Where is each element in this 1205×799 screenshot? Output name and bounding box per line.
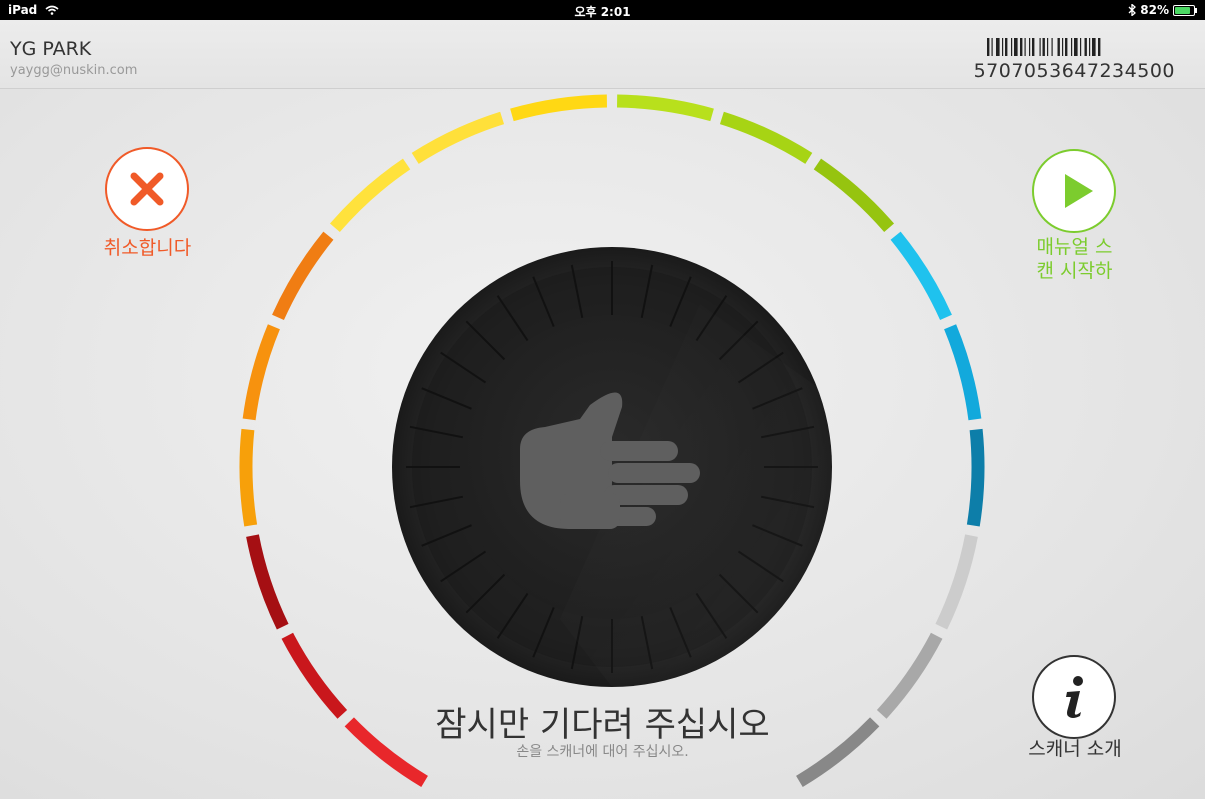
wait-title: 잠시만 기다려 주십시오 [435, 705, 770, 745]
barcode-bar [1065, 38, 1068, 56]
barcode-bar [1098, 38, 1101, 56]
status-right: 82% [1128, 3, 1197, 17]
scan-screen: 취소합니다 매뉴얼 스 캔 시작하 스캐너 소개 잠시만 기다려 주십시오 손을… [0, 89, 1205, 799]
gauge-segment [411, 111, 505, 164]
barcode-bar [1080, 38, 1082, 56]
barcode-bar [1074, 38, 1078, 56]
barcode-bar [1047, 38, 1049, 56]
wifi-icon [45, 5, 59, 15]
barcode-bar [1089, 38, 1091, 56]
barcode-bar [1084, 38, 1087, 56]
cancel-label: 취소합니다 [103, 237, 192, 259]
barcode-bar [1020, 38, 1023, 56]
gauge-segment [242, 324, 280, 421]
gauge-segment [890, 231, 952, 321]
device-label: iPad [8, 3, 38, 17]
user-name: YG PARK [10, 38, 92, 60]
barcode-bar [1062, 38, 1064, 56]
barcode-bar [987, 38, 990, 56]
barcode-bar [1051, 38, 1053, 56]
gauge-segment [944, 324, 982, 421]
gauge-segment [329, 158, 411, 233]
barcode-number: 5707053647234500 [973, 60, 1175, 82]
battery-icon [1173, 4, 1197, 16]
gauge-segment [966, 428, 985, 527]
barcode-icon [987, 38, 1101, 56]
gauge-segment [246, 534, 289, 630]
status-time: 오후 2:01 [574, 5, 631, 19]
manual-scan-button[interactable] [1032, 149, 1116, 233]
play-icon [1065, 174, 1093, 208]
close-x-icon [130, 172, 164, 206]
barcode-bar [1029, 38, 1031, 56]
barcode-bar [1024, 38, 1026, 56]
cancel-button[interactable] [105, 147, 189, 231]
barcode-bar [996, 38, 1000, 56]
gauge-segment [239, 428, 258, 527]
gauge-segment [616, 94, 714, 122]
barcode-bar [1002, 38, 1004, 56]
header: YG PARK yaygg@nuskin.com 570705364723450… [0, 20, 1205, 89]
status-device: iPad [8, 3, 59, 17]
gauge-segment [935, 534, 978, 630]
barcode-bar [1014, 38, 1018, 56]
barcode-bar [1057, 38, 1060, 56]
gauge-segment [719, 111, 813, 164]
wait-subtitle: 손을 스캐너에 대어 주십시오. [516, 744, 689, 760]
barcode-bar [1039, 38, 1041, 56]
barcode-bar [1005, 38, 1008, 56]
barcode-bar [1092, 38, 1096, 56]
battery-fill [1175, 6, 1190, 14]
gauge-segment [272, 231, 334, 321]
battery-percent: 82% [1140, 3, 1169, 17]
manual-scan-label: 매뉴얼 스 캔 시작하 [1012, 235, 1137, 283]
barcode-bar [1032, 38, 1035, 56]
barcode-bar [991, 38, 993, 56]
user-email: yaygg@nuskin.com [10, 63, 138, 78]
gauge-segment [813, 158, 895, 233]
manual-scan-label-line2: 캔 시작하 [1036, 260, 1113, 282]
status-bar: iPad 오후 2:01 82% [0, 0, 1205, 20]
barcode-bar [1011, 38, 1013, 56]
barcode-bar [1042, 38, 1045, 56]
bluetooth-icon [1128, 4, 1137, 16]
barcode-bar [1071, 38, 1073, 56]
manual-scan-label-line1: 매뉴얼 스 [1036, 236, 1113, 258]
gauge-segment [510, 94, 608, 122]
